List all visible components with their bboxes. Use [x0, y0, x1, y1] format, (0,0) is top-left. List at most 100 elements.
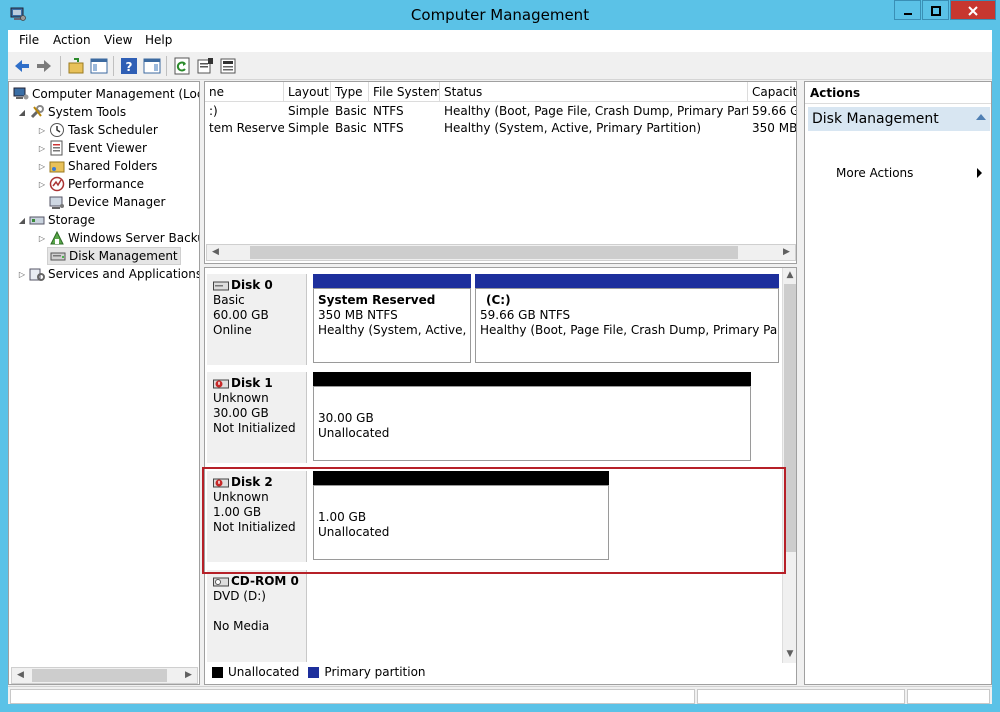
collapsed-arrow-icon[interactable]: ▷: [37, 162, 47, 171]
disk-properties-icon[interactable]: [218, 56, 238, 76]
status-segment: [697, 689, 905, 704]
close-button[interactable]: [950, 0, 996, 20]
cdrom-0-info[interactable]: CD-ROM 0 DVD (D:) No Media: [207, 570, 307, 662]
toolbar: ?: [8, 52, 992, 80]
tree-item-storage[interactable]: ◢ Storage: [17, 211, 95, 229]
performance-icon: [49, 176, 65, 192]
collapsed-arrow-icon[interactable]: ▷: [37, 180, 47, 189]
tree-item-disk-management[interactable]: Disk Management: [47, 247, 181, 265]
partition-c-drive[interactable]: (C:) 59.66 GB NTFS Healthy (Boot, Page F…: [475, 288, 779, 363]
cell-capacity: 350 MB: [752, 121, 797, 135]
column-header-file-system[interactable]: File System: [369, 82, 440, 102]
disk-state: Not Initialized: [213, 421, 296, 435]
scroll-thumb[interactable]: [250, 246, 738, 259]
forward-icon[interactable]: [34, 56, 54, 76]
scroll-right-icon[interactable]: ▶: [180, 668, 197, 683]
console-tree: Computer Management (Local ◢ System Tool…: [8, 81, 200, 685]
clock-icon: [50, 123, 64, 137]
column-header-layout[interactable]: Layout: [284, 82, 331, 102]
scroll-down-icon[interactable]: ▼: [783, 647, 796, 662]
tree-label: Computer Management (Local: [32, 87, 200, 101]
volume-horizontal-scrollbar[interactable]: ◀ ▶: [206, 244, 796, 261]
tree-label: Event Viewer: [68, 141, 147, 155]
column-header-capacity[interactable]: Capacity: [748, 82, 796, 102]
tree-item-windows-server-backup[interactable]: ▷ Windows Server Backup: [37, 229, 199, 247]
partition-bar-primary: [313, 274, 471, 288]
menu-view[interactable]: View: [104, 33, 132, 47]
scroll-left-icon[interactable]: ◀: [207, 245, 224, 260]
cell-layout: Simple: [288, 104, 329, 118]
maximize-button[interactable]: [922, 0, 949, 20]
tree-item-computer-management[interactable]: Computer Management (Local: [11, 85, 200, 103]
show-action-pane-icon[interactable]: [142, 56, 162, 76]
disk-name: Disk 1: [231, 376, 273, 390]
collapse-up-icon[interactable]: [976, 114, 986, 120]
tree-horizontal-scrollbar[interactable]: ◀ ▶: [11, 667, 198, 684]
tree-item-task-scheduler[interactable]: ▷ Task Scheduler: [37, 121, 158, 139]
partition-name: System Reserved: [318, 293, 436, 307]
storage-icon: [29, 216, 45, 225]
tree-item-performance[interactable]: ▷ Performance: [37, 175, 144, 193]
up-folder-icon[interactable]: [66, 56, 86, 76]
expanded-arrow-icon[interactable]: ◢: [17, 216, 27, 225]
collapsed-arrow-icon[interactable]: ▷: [17, 270, 27, 279]
disk-1-info[interactable]: Disk 1 Unknown 30.00 GB Not Initialized: [207, 372, 307, 463]
show-hide-console-tree-icon[interactable]: [89, 56, 109, 76]
column-header-status[interactable]: Status: [440, 82, 748, 102]
toolbar-separator: [60, 56, 61, 76]
menu-file[interactable]: File: [19, 33, 39, 47]
tree-label: Device Manager: [68, 195, 166, 209]
disk-management-icon: [50, 252, 66, 261]
column-header-volume[interactable]: ne: [205, 82, 284, 102]
refresh-icon[interactable]: [172, 56, 192, 76]
tools-icon: [30, 105, 44, 119]
expanded-arrow-icon[interactable]: ◢: [17, 108, 27, 117]
submenu-arrow-icon[interactable]: [977, 168, 982, 178]
disk-size: 60.00 GB: [213, 308, 269, 322]
help-icon[interactable]: ?: [119, 56, 139, 76]
scroll-up-icon[interactable]: ▲: [783, 268, 796, 283]
collapsed-arrow-icon[interactable]: ▷: [37, 144, 47, 153]
cell-capacity: 59.66 GB: [752, 104, 796, 118]
scroll-left-icon[interactable]: ◀: [12, 668, 29, 683]
title-bar[interactable]: Computer Management: [0, 0, 1000, 30]
minimize-button[interactable]: [894, 0, 921, 20]
column-header-type[interactable]: Type: [331, 82, 369, 102]
disk-vertical-scrollbar[interactable]: ▲ ▼: [782, 268, 796, 663]
minimize-icon: [903, 13, 912, 15]
disk-icon: [213, 281, 229, 290]
cell-type: Basic: [335, 104, 367, 118]
actions-section-disk-management[interactable]: Disk Management: [808, 107, 990, 131]
tree-item-event-viewer[interactable]: ▷ Event Viewer: [37, 139, 147, 157]
status-bar: [8, 686, 992, 704]
tree-item-system-tools[interactable]: ◢ System Tools: [17, 103, 126, 121]
partition-unallocated-disk-1[interactable]: 30.00 GB Unallocated: [313, 386, 751, 461]
legend: Unallocated Primary partition: [207, 661, 795, 683]
scroll-thumb[interactable]: [32, 669, 167, 682]
toolbar-separator: [113, 56, 114, 76]
partition-size: 59.66 GB NTFS: [480, 308, 571, 322]
scroll-right-icon[interactable]: ▶: [778, 245, 795, 260]
menu-help[interactable]: Help: [145, 33, 172, 47]
cell-status: Healthy (Boot, Page File, Crash Dump, Pr…: [444, 104, 748, 118]
partition-name: (C:): [486, 293, 511, 307]
disk-error-icon: [213, 379, 229, 388]
disk-state: No Media: [213, 619, 270, 633]
tree-label: Shared Folders: [68, 159, 158, 173]
legend-swatch-primary: [308, 666, 320, 678]
menu-action[interactable]: Action: [53, 33, 91, 47]
disk-name: CD-ROM 0: [231, 574, 299, 588]
disk-0-info[interactable]: Disk 0 Basic 60.00 GB Online: [207, 274, 307, 365]
partition-bar-unallocated: [313, 372, 751, 386]
partition-size: 350 MB NTFS: [318, 308, 398, 322]
tree-item-shared-folders[interactable]: ▷ Shared Folders: [37, 157, 157, 175]
disk-state: Online: [213, 323, 252, 337]
tree-item-device-manager[interactable]: Device Manager: [47, 193, 165, 211]
properties-icon[interactable]: [195, 56, 215, 76]
more-actions-item[interactable]: More Actions: [836, 166, 913, 180]
tree-item-services-applications[interactable]: ▷ Services and Applications: [17, 265, 199, 283]
partition-system-reserved[interactable]: System Reserved 350 MB NTFS Healthy (Sys…: [313, 288, 471, 363]
back-icon[interactable]: [12, 56, 32, 76]
collapsed-arrow-icon[interactable]: ▷: [37, 234, 47, 243]
collapsed-arrow-icon[interactable]: ▷: [37, 126, 47, 135]
